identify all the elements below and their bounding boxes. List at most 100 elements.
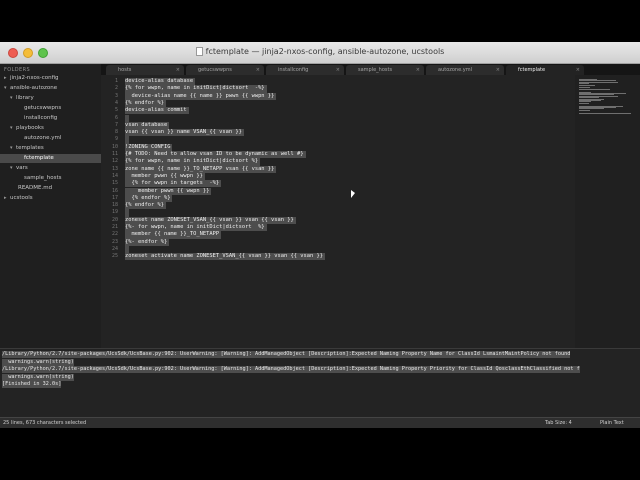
code-line[interactable]: zone name {{ name }}_TO_NETAPP vsan {{ v… xyxy=(125,165,277,173)
code-line[interactable]: {% for wwpn in targets -%} xyxy=(125,180,222,188)
line-number: 6 xyxy=(114,114,118,121)
code-line[interactable]: vsan {{ vsan }} name VSAN_{{ vsan }} xyxy=(125,129,244,137)
code-line[interactable]: device-alias name {{ name }} pwwn {{ wwp… xyxy=(125,92,277,100)
line-number: 2 xyxy=(114,85,118,92)
tab-close-icon[interactable]: × xyxy=(336,65,340,75)
sidebar-item[interactable]: ▾ library xyxy=(10,94,34,103)
line-number: 16 xyxy=(111,187,118,194)
code-line[interactable]: zoneset name ZONESET_VSAN_{{ vsan }} vsa… xyxy=(125,216,296,224)
tab-close-icon[interactable]: × xyxy=(176,65,180,75)
sidebar-item-label: library xyxy=(16,95,34,101)
line-number: 14 xyxy=(111,172,118,179)
line-number: 1 xyxy=(114,78,118,84)
code-line[interactable]: {# TODO: Need to allow vsan ID to be dyn… xyxy=(125,151,306,159)
console-line[interactable]: warnings.warn(string) xyxy=(2,373,74,381)
sidebar-item-label: autozone.yml xyxy=(24,135,62,141)
console-line[interactable]: warnings.warn(string) xyxy=(2,358,74,366)
editor-tab[interactable]: autozone.yml × xyxy=(426,65,504,75)
line-number: 12 xyxy=(111,158,118,165)
line-number: 24 xyxy=(111,245,118,252)
tab-label: fctemplate xyxy=(518,67,546,73)
tab-bar: hosts × getucswwpns × installconfig × sample_h… xyxy=(101,64,640,75)
sidebar-heading: FOLDERS xyxy=(4,67,31,73)
code-line[interactable]: {% endfor %} xyxy=(125,194,173,203)
code-editor[interactable]: 1 2 3 4 5 6 7 8 9 10 11 12 13 14 15 16 17 18 19 20 21 22 23 24 2… xyxy=(101,75,575,370)
sidebar-item[interactable]: autozone.yml xyxy=(18,134,61,143)
line-number: 23 xyxy=(111,238,118,245)
line-number: 20 xyxy=(111,216,118,223)
sidebar-item[interactable]: ▾ vars xyxy=(10,164,28,173)
code-line[interactable]: {% for wwpn, name in initDict|dictsort -… xyxy=(125,85,267,93)
sidebar-item[interactable]: README.md xyxy=(12,184,52,193)
mouse-pointer-icon xyxy=(351,190,355,198)
sidebar-item-label: ansible-autozone xyxy=(10,85,58,91)
console-line[interactable]: /Library/Python/2.7/site-packages/UcsSdk… xyxy=(2,366,580,373)
sidebar-item[interactable]: ▸ jinja2-nxos-config xyxy=(4,74,59,83)
title-bar: fctemplate — jinja2-nxos-config, ansible… xyxy=(0,42,640,64)
line-number: 11 xyxy=(111,151,118,157)
tab-label: sample_hosts xyxy=(358,67,393,73)
line-number: 5 xyxy=(114,107,118,114)
line-number: 17 xyxy=(111,194,118,201)
editor-tab[interactable]: sample_hosts × xyxy=(346,65,424,75)
code-line[interactable]: {%- for wwpn, name in initDict|dictsort … xyxy=(125,224,267,232)
sidebar-item-label: sample_hosts xyxy=(24,175,62,181)
sidebar-item[interactable]: ▾ templates xyxy=(10,144,44,153)
editor-tab[interactable]: installconfig × xyxy=(266,65,344,75)
code-line[interactable]: member {{ name }}_TO_NETAPP xyxy=(125,231,222,239)
minimap-line xyxy=(579,88,610,90)
code-line[interactable]: vsan database xyxy=(125,121,170,130)
build-output-panel[interactable]: /Library/Python/2.7/site-packages/UcsSdk… xyxy=(0,348,640,400)
tab-size-selector[interactable]: Tab Size: 4 xyxy=(545,420,572,426)
tab-label: installconfig xyxy=(278,67,309,73)
sidebar-item[interactable]: sample_hosts xyxy=(18,174,62,183)
code-line[interactable]: zoneset activate name ZONESET_VSAN_{{ vs… xyxy=(125,253,325,261)
code-line[interactable]: device-alias database xyxy=(125,78,196,86)
sidebar-item[interactable]: getucswwpns xyxy=(18,104,61,113)
code-line[interactable] xyxy=(125,245,129,254)
code-line[interactable]: {% endfor %} xyxy=(125,99,166,108)
sidebar-item-label: ucstools xyxy=(10,195,33,201)
line-number: 15 xyxy=(111,180,118,187)
code-line[interactable]: member pwwn {{ wwpn }} xyxy=(125,172,205,181)
syntax-selector[interactable]: Plain Text xyxy=(600,420,624,426)
code-line[interactable]: !ZONING CONFIG xyxy=(125,143,173,151)
tab-close-icon[interactable]: × xyxy=(496,65,500,75)
code-line[interactable]: {% for wwpn, name in initDict|dictsort %… xyxy=(125,158,261,166)
code-line[interactable] xyxy=(125,114,129,122)
sublime-text-window: fctemplate — jinja2-nxos-config, ansible… xyxy=(0,42,640,428)
tab-close-icon[interactable]: × xyxy=(256,65,260,75)
code-line[interactable]: member pwwn {{ wwpn }} xyxy=(125,187,212,195)
sidebar-item-label: playbooks xyxy=(16,125,44,131)
line-number: 10 xyxy=(111,143,118,150)
console-line[interactable]: [Finished in 32.0s] xyxy=(2,381,62,388)
minimap[interactable] xyxy=(575,75,640,370)
sidebar-item[interactable]: installconfig xyxy=(18,114,57,123)
code-line[interactable] xyxy=(125,209,129,217)
line-number: 13 xyxy=(111,165,118,172)
sidebar-item-label: jinja2-nxos-config xyxy=(10,75,59,81)
code-line[interactable]: {% endfor %} xyxy=(125,202,166,210)
line-number: 7 xyxy=(114,121,118,128)
editor-tab[interactable]: hosts × xyxy=(106,65,184,75)
code-line[interactable] xyxy=(125,136,129,144)
line-number: 19 xyxy=(111,209,118,216)
minimap-line xyxy=(579,84,596,86)
tab-close-icon[interactable]: × xyxy=(576,65,580,75)
sidebar-item[interactable]: ▾ ansible-autozone xyxy=(4,84,57,93)
status-bar: 25 lines, 673 characters selected Tab Si… xyxy=(0,417,640,428)
sidebar-item[interactable]: ▸ ucstools xyxy=(4,194,33,203)
editor-tab[interactable]: fctemplate × xyxy=(506,65,584,75)
console-line[interactable]: /Library/Python/2.7/site-packages/UcsSdk… xyxy=(2,351,571,358)
sidebar-item-label: vars xyxy=(16,165,28,171)
window-title: fctemplate — jinja2-nxos-config, ansible… xyxy=(0,47,640,56)
line-number: 18 xyxy=(111,202,118,209)
sidebar-item[interactable]: fctemplate xyxy=(0,154,101,163)
editor-tab[interactable]: getucswwpns × xyxy=(186,65,264,75)
selection-status: 25 lines, 673 characters selected xyxy=(3,420,87,426)
line-number: 8 xyxy=(114,129,118,136)
code-line[interactable]: device-alias commit xyxy=(125,107,189,115)
tab-close-icon[interactable]: × xyxy=(416,65,420,75)
code-line[interactable]: {%- endfor %} xyxy=(125,238,170,246)
sidebar-item[interactable]: ▾ playbooks xyxy=(10,124,44,133)
